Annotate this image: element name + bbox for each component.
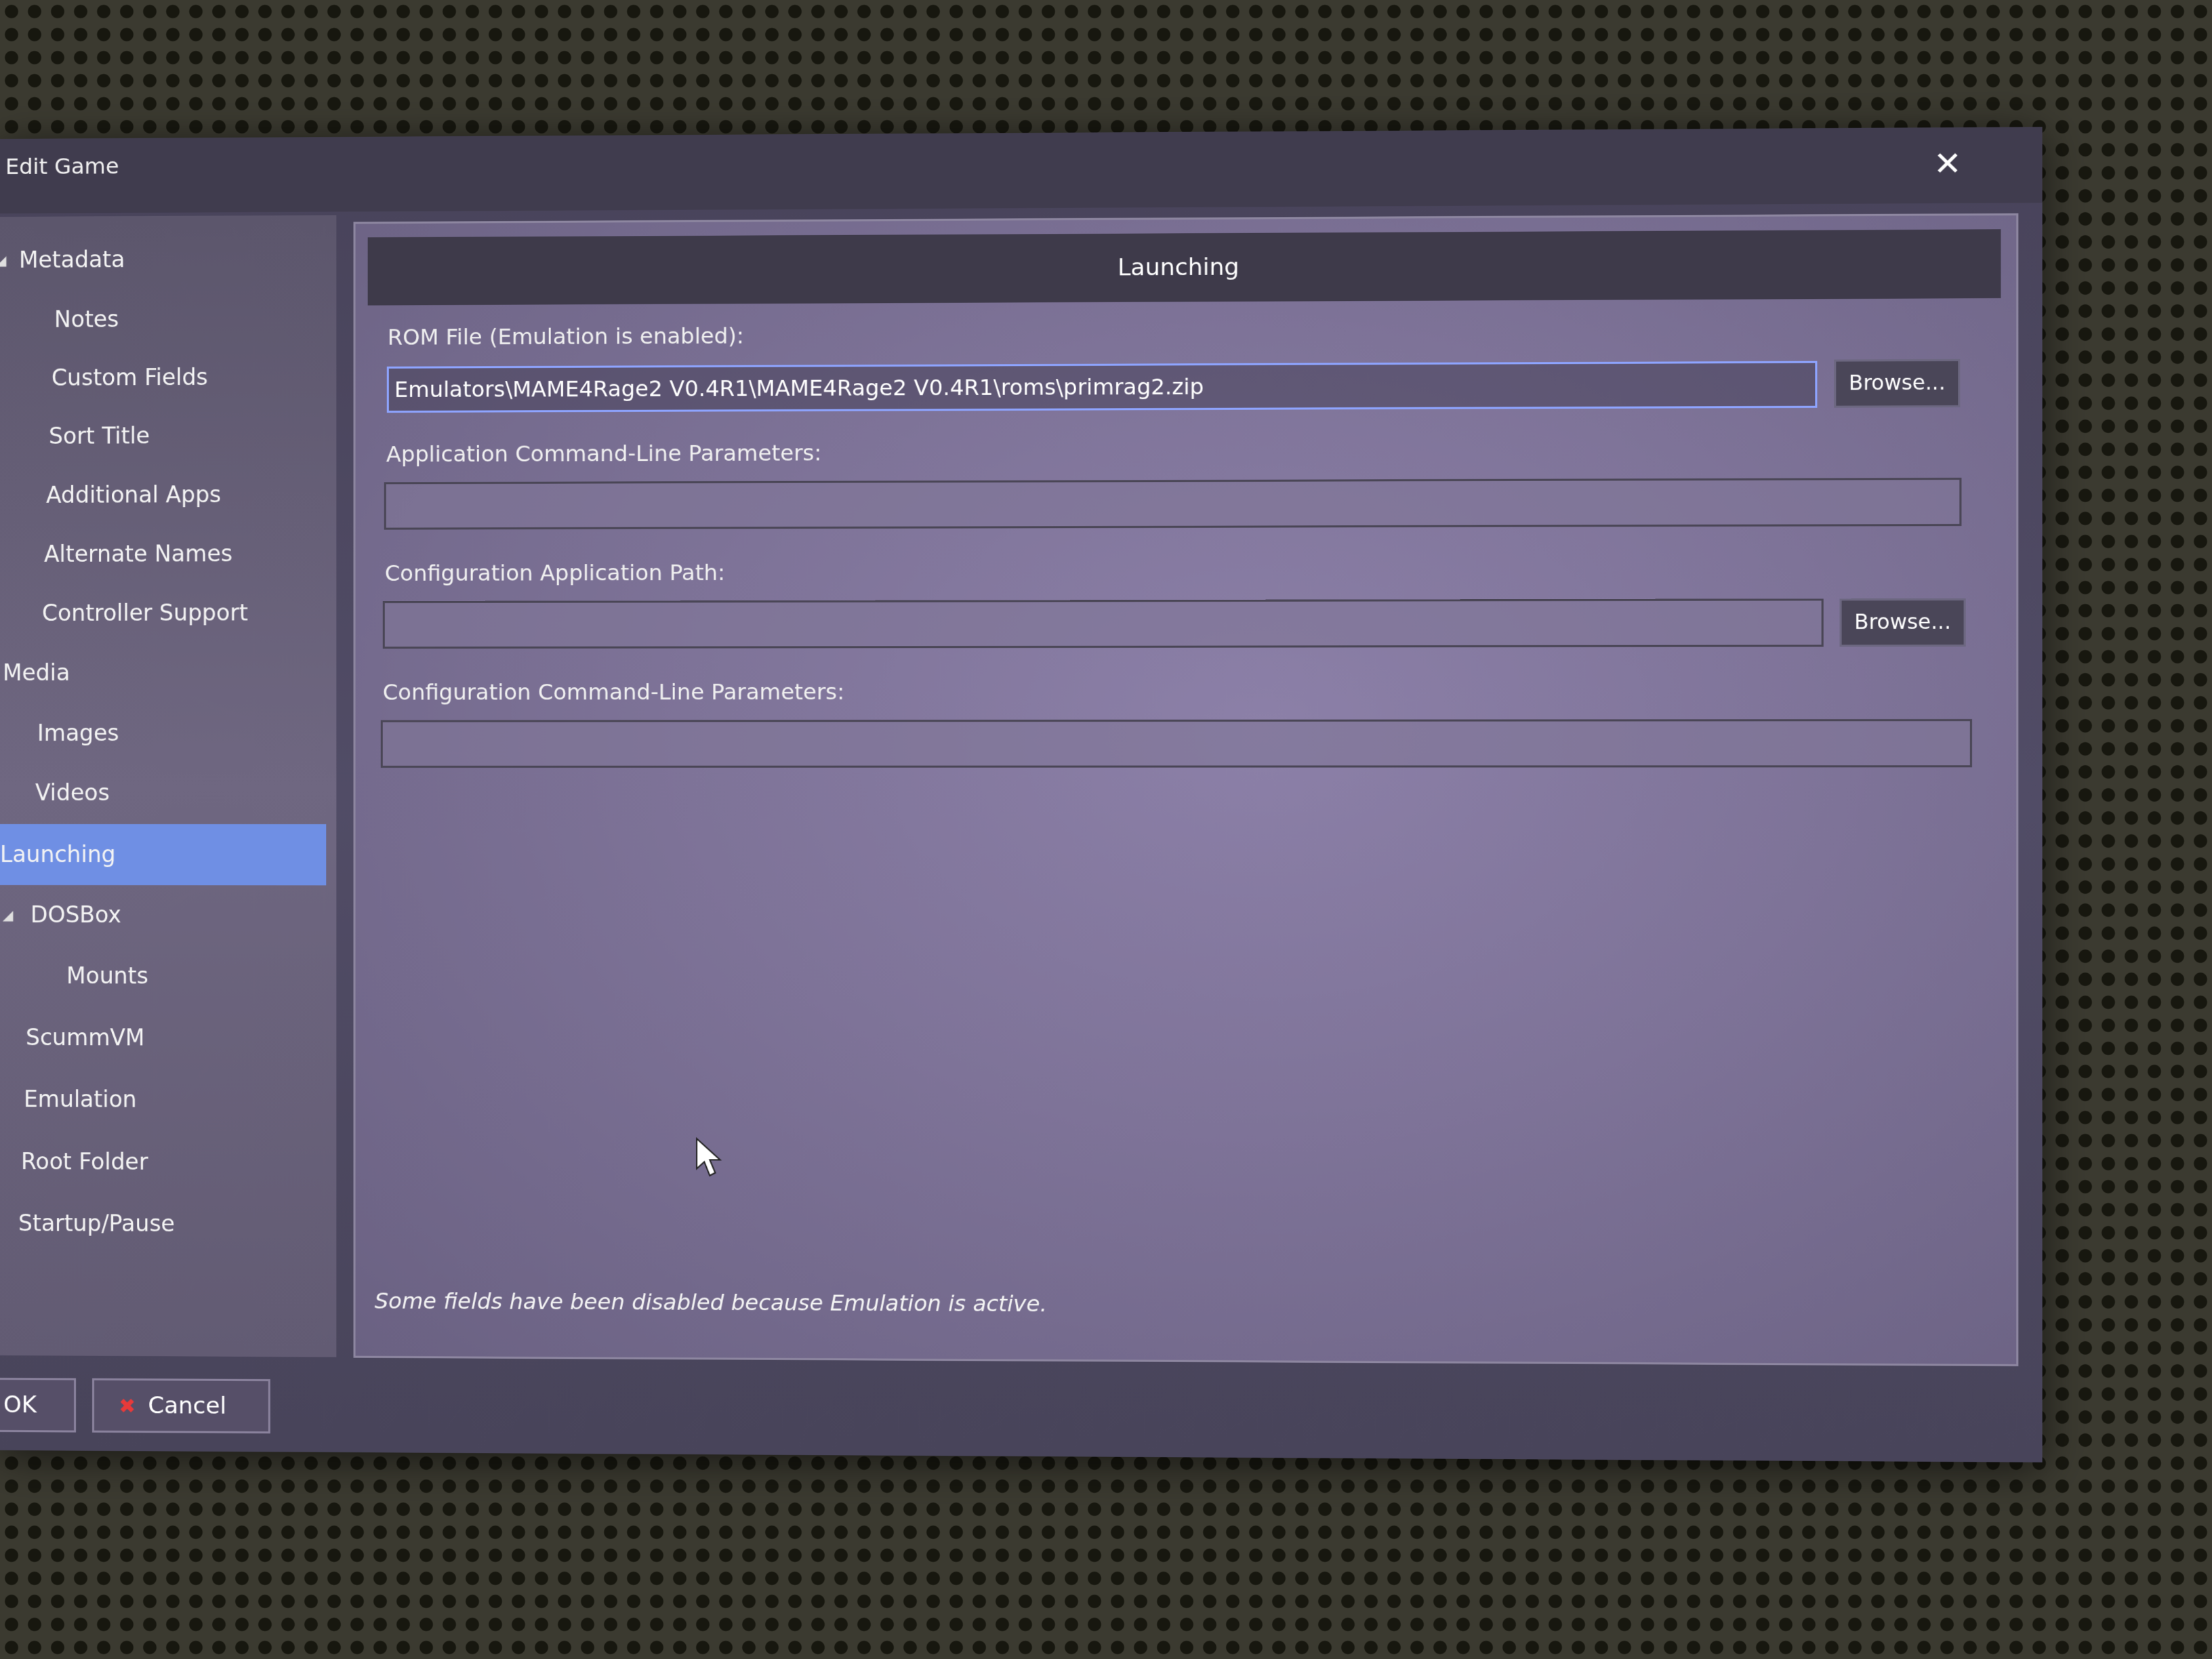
sidebar-item-controller-support[interactable]: Controller Support — [0, 583, 329, 643]
sidebar-item-notes[interactable]: Notes — [0, 289, 329, 350]
main-panel: Launching ROM File (Emulation is enabled… — [354, 213, 2019, 1366]
close-icon[interactable]: ✕ — [1930, 146, 1965, 181]
sidebar-item-label: Additional Apps — [46, 465, 221, 525]
section-header: Launching — [368, 229, 2001, 305]
config-path-label: Configuration Application Path: — [385, 560, 725, 586]
title-bar: Edit Game ✕ — [0, 127, 2043, 213]
red-x-icon: ✖ — [119, 1382, 136, 1432]
cancel-label: Cancel — [148, 1392, 226, 1420]
sidebar-item-images[interactable]: Images — [0, 703, 329, 763]
rom-file-label: ROM File (Emulation is enabled): — [388, 323, 744, 350]
sidebar-item-alternate-names[interactable]: Alternate Names — [0, 524, 329, 584]
ok-button[interactable]: OK — [0, 1378, 76, 1433]
sidebar-item-videos[interactable]: Videos — [0, 763, 329, 823]
sidebar-item-label: Videos — [35, 763, 110, 823]
sidebar-item-label: Metadata — [19, 230, 125, 290]
sidebar-item-label: Emulation — [24, 1069, 137, 1130]
edit-game-dialog: Edit Game ✕ ◢ Metadata Notes Custom Fiel… — [0, 127, 2043, 1462]
sidebar-item-media[interactable]: Media — [0, 642, 329, 703]
cancel-button[interactable]: ✖ Cancel — [92, 1378, 270, 1434]
config-params-input[interactable] — [381, 719, 1972, 768]
sidebar-item-label: ScummVM — [26, 1008, 145, 1067]
sidebar-item-root-folder[interactable]: Root Folder — [0, 1132, 329, 1193]
expand-arrow-icon[interactable]: ◢ — [0, 230, 6, 290]
sidebar-item-dosbox[interactable]: ◢ DOSBox — [0, 885, 329, 945]
sidebar-item-label: Images — [37, 703, 119, 763]
mouse-cursor-icon — [695, 1137, 723, 1179]
sidebar-item-label: Root Folder — [21, 1132, 148, 1192]
rom-browse-button[interactable]: Browse... — [1834, 359, 1960, 408]
sidebar-item-label: Alternate Names — [44, 524, 232, 584]
sidebar-item-label: Custom Fields — [52, 348, 208, 408]
sidebar-item-sort-title[interactable]: Sort Title — [0, 405, 329, 466]
disabled-fields-note: Some fields have been disabled because E… — [375, 1288, 1047, 1317]
sidebar-item-emulation[interactable]: Emulation — [0, 1069, 329, 1130]
app-params-label: Application Command-Line Parameters: — [386, 440, 822, 467]
window-title: Edit Game — [5, 153, 119, 180]
sidebar-item-custom-fields[interactable]: Custom Fields — [0, 347, 329, 408]
sidebar-item-label: Controller Support — [42, 583, 248, 643]
config-path-input[interactable] — [383, 598, 1824, 649]
sidebar-item-label: Sort Title — [49, 406, 150, 466]
sidebar-item-label: DOSBox — [30, 885, 121, 945]
sidebar-item-additional-apps[interactable]: Additional Apps — [0, 465, 329, 525]
sidebar-item-startup-pause[interactable]: Startup/Pause — [0, 1193, 329, 1254]
config-browse-button[interactable]: Browse... — [1839, 598, 1965, 647]
sidebar-item-label: Mounts — [66, 946, 148, 1006]
sidebar-item-label: Media — [3, 643, 70, 703]
sidebar-item-launching[interactable]: Launching — [0, 824, 326, 885]
rom-file-input[interactable]: Emulators\MAME4Rage2 V0.4R1\MAME4Rage2 V… — [387, 361, 1818, 413]
app-params-input[interactable] — [384, 478, 1962, 530]
config-params-label: Configuration Command-Line Parameters: — [383, 679, 844, 705]
sidebar-item-label: Launching — [0, 824, 116, 885]
sidebar-item-mounts[interactable]: Mounts — [0, 946, 329, 1006]
sidebar-item-label: Notes — [54, 289, 119, 349]
sidebar-item-label: Startup/Pause — [18, 1193, 175, 1254]
sidebar-item-metadata[interactable]: ◢ Metadata — [0, 229, 329, 290]
ok-label: OK — [3, 1391, 37, 1418]
expand-arrow-icon[interactable]: ◢ — [3, 885, 13, 945]
sidebar: ◢ Metadata Notes Custom Fields Sort Titl… — [0, 215, 336, 1357]
sidebar-item-scummvm[interactable]: ScummVM — [0, 1008, 329, 1068]
